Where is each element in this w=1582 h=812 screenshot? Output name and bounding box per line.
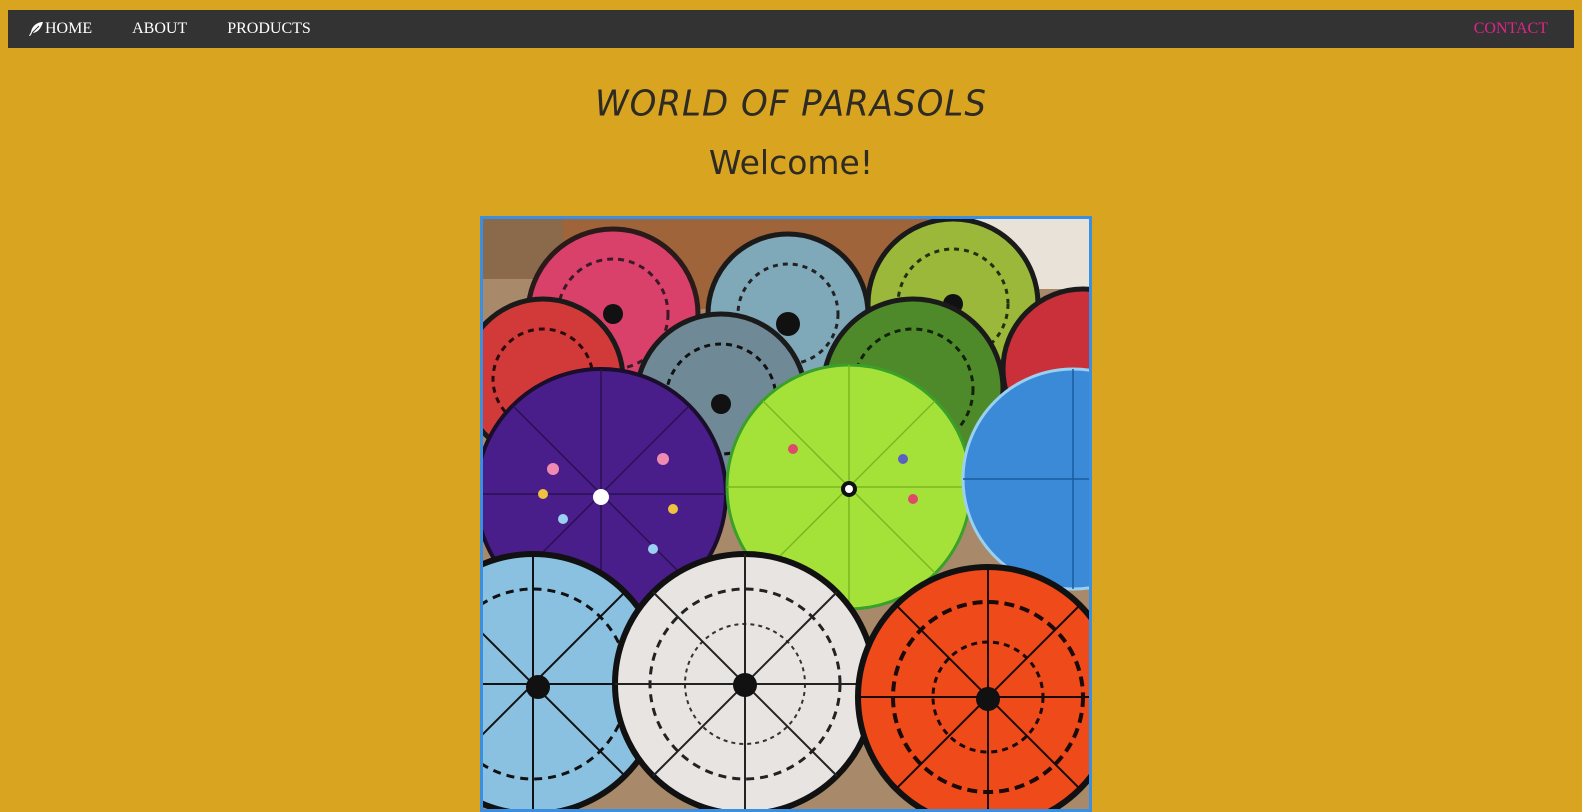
nav-products-link[interactable]: PRODUCTS	[227, 10, 311, 48]
nav-home-label: HOME	[45, 20, 93, 37]
welcome-subtitle: Welcome!	[708, 143, 874, 182]
parasols-photo	[480, 216, 1092, 812]
page-title: WORLD OF PARASOLS	[595, 83, 987, 125]
top-navbar: HOME ABOUT PRODUCTS CONTACT	[8, 10, 1574, 48]
parasols-illustration	[483, 219, 1089, 809]
feather-icon	[29, 22, 43, 36]
nav-about-link[interactable]: ABOUT	[132, 10, 187, 48]
nav-contact-link[interactable]: CONTACT	[1474, 10, 1548, 48]
nav-home-link[interactable]: HOME	[28, 10, 92, 48]
parasol-white	[612, 551, 878, 809]
